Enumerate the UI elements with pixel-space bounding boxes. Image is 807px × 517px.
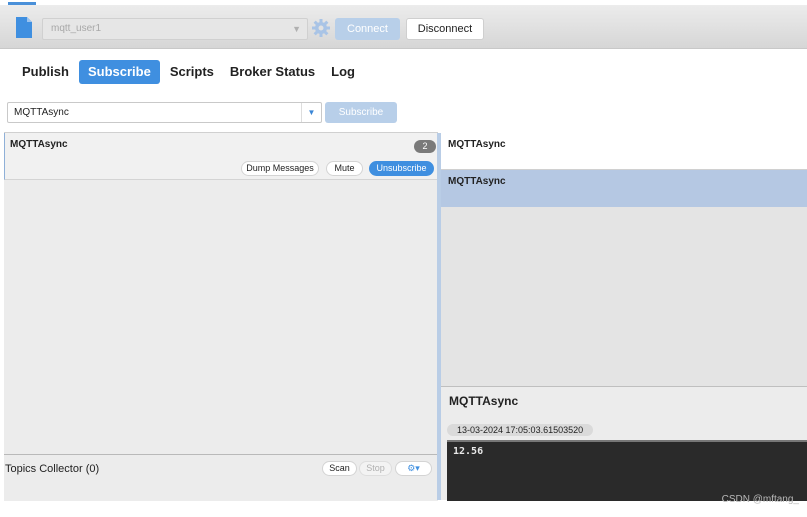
message-item[interactable]: MQTTAsync (441, 133, 807, 170)
message-count-badge: 2 (414, 140, 436, 153)
tab-broker-status[interactable]: Broker Status (224, 60, 321, 84)
unsubscribe-button[interactable]: Unsubscribe (369, 161, 434, 176)
subscribe-button[interactable]: Subscribe (325, 102, 397, 123)
message-list: MQTTAsync MQTTAsync (441, 133, 807, 386)
subscriptions-panel: MQTTAsync 2 Dump Messages Mute Unsubscri… (4, 132, 438, 501)
gear-icon[interactable] (312, 19, 330, 37)
tab-subscribe[interactable]: Subscribe (78, 60, 160, 84)
message-item-selected[interactable]: MQTTAsync (441, 170, 807, 207)
message-detail: MQTTAsync 13-03-2024 17:05:03.61503520 1… (441, 386, 807, 501)
chevron-down-icon[interactable]: ▼ (301, 103, 321, 122)
main-tabs: Publish Subscribe Scripts Broker Status … (16, 60, 365, 84)
message-payload-area[interactable]: 12.56 (447, 440, 807, 501)
connection-toolbar: mqtt_user1 ▼ Connect Disconnect (0, 5, 807, 49)
message-payload: 12.56 (453, 446, 484, 457)
message-detail-topic: MQTTAsync (449, 394, 519, 408)
dump-messages-button[interactable]: Dump Messages (241, 161, 319, 176)
mute-button[interactable]: Mute (326, 161, 363, 176)
chevron-down-icon: ▼ (292, 24, 301, 34)
tab-log[interactable]: Log (325, 60, 361, 84)
subscription-topic: MQTTAsync (10, 139, 68, 150)
message-timestamp: 13-03-2024 17:05:03.61503520 (447, 424, 594, 436)
watermark: CSDN @mftang_ (721, 494, 799, 505)
subscription-item[interactable]: MQTTAsync 2 Dump Messages Mute Unsubscri… (4, 133, 438, 180)
tab-publish[interactable]: Publish (16, 60, 75, 84)
subscribe-topic-input[interactable]: MQTTAsync (7, 102, 322, 123)
connect-button[interactable]: Connect (335, 18, 400, 40)
document-icon[interactable] (16, 17, 32, 38)
settings-dropdown-icon[interactable]: ⚙▾ (395, 461, 432, 476)
topics-collector: Topics Collector (0) Scan Stop ⚙▾ (4, 454, 438, 501)
topics-collector-title: Topics Collector (0) (5, 463, 100, 475)
tab-scripts[interactable]: Scripts (164, 60, 220, 84)
stop-button[interactable]: Stop (359, 461, 392, 476)
scan-button[interactable]: Scan (322, 461, 357, 476)
disconnect-button[interactable]: Disconnect (406, 18, 484, 40)
connection-profile-select[interactable]: mqtt_user1 ▼ (42, 18, 308, 40)
connection-profile-value: mqtt_user1 (51, 23, 102, 34)
